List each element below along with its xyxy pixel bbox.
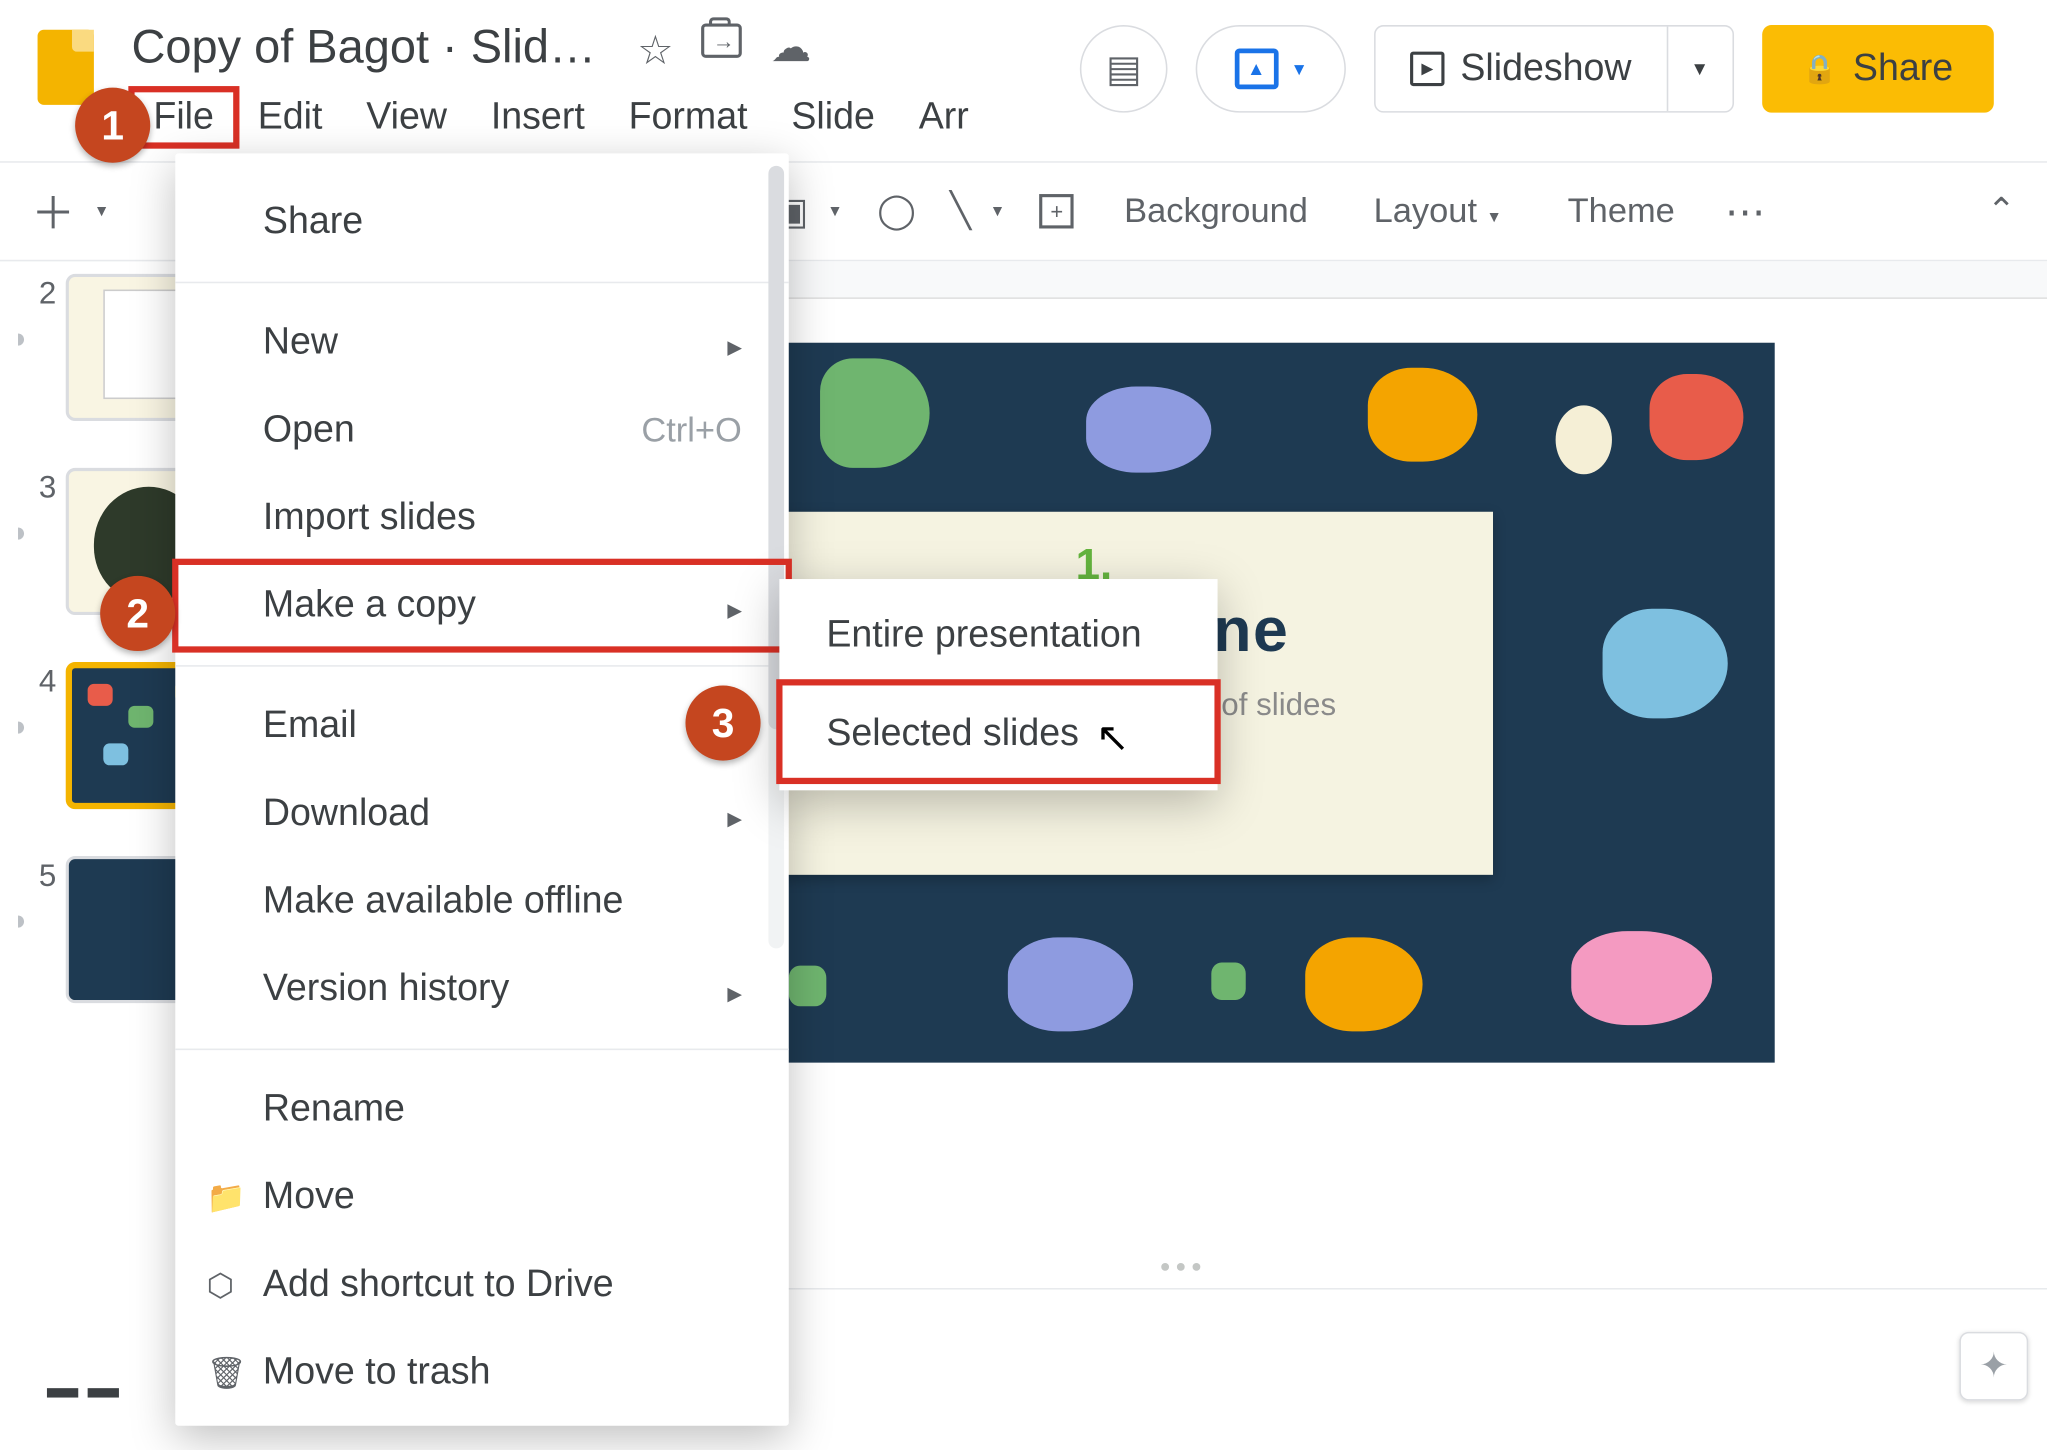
- textbox-icon: [1040, 194, 1074, 228]
- file-menu-share[interactable]: Share: [175, 178, 788, 266]
- document-title[interactable]: Copy of Bagot · Slid…: [106, 13, 1080, 84]
- file-menu-trash[interactable]: Move to trash: [175, 1329, 788, 1417]
- file-menu-open[interactable]: Open Ctrl+O: [175, 387, 788, 475]
- present-button[interactable]: [1196, 25, 1346, 113]
- menu-slide[interactable]: Slide: [769, 89, 896, 145]
- make-a-copy-submenu: Entire presentation Selected slides ↖: [779, 579, 1217, 790]
- annotation-callout-2: 2: [100, 576, 175, 651]
- insert-line-button[interactable]: [950, 191, 1005, 232]
- app-header: Copy of Bagot · Slid… File Edit View Ins…: [0, 0, 2047, 161]
- submenu-entire-label: Entire presentation: [826, 613, 1141, 655]
- submenu-selected-label: Selected slides: [826, 712, 1079, 754]
- submenu-selected-slides[interactable]: Selected slides ↖: [779, 682, 1217, 781]
- menu-edit[interactable]: Edit: [236, 89, 345, 145]
- new-slide-button[interactable]: [31, 180, 109, 243]
- file-menu-trash-label: Move to trash: [263, 1351, 491, 1395]
- transition-indicator-icon: [13, 905, 47, 939]
- play-icon: [1410, 52, 1444, 86]
- collapse-toolbar-button[interactable]: [1987, 191, 2016, 232]
- thumb-number: 2: [13, 274, 57, 313]
- thumb-number: 5: [13, 856, 57, 895]
- menu-bar: File Edit View Insert Format Slide Arr: [106, 83, 1080, 161]
- filmstrip-view-icon[interactable]: [47, 1388, 119, 1397]
- share-button[interactable]: Share: [1761, 25, 1993, 113]
- file-menu-offline[interactable]: Make available offline: [175, 858, 788, 946]
- file-menu-make-a-copy[interactable]: Make a copy: [175, 562, 788, 650]
- slideshow-label: Slideshow: [1460, 47, 1631, 91]
- comments-button[interactable]: ▤: [1080, 25, 1168, 113]
- file-menu-rename[interactable]: Rename: [175, 1066, 788, 1154]
- file-menu-make-copy-label: Make a copy: [263, 584, 476, 628]
- insert-shape-button[interactable]: [877, 191, 916, 232]
- menu-format[interactable]: Format: [607, 89, 770, 145]
- shortcut-label: Ctrl+O: [641, 410, 741, 451]
- submenu-arrow-icon: [727, 584, 741, 628]
- menu-view[interactable]: View: [344, 89, 469, 145]
- file-menu-rename-label: Rename: [263, 1088, 405, 1132]
- star-icon[interactable]: [637, 24, 673, 77]
- file-menu-move-label: Move: [263, 1175, 355, 1219]
- file-menu-version[interactable]: Version history: [175, 945, 788, 1033]
- file-menu-shortcut-label: Add shortcut to Drive: [263, 1263, 614, 1307]
- file-menu-open-label: Open: [263, 408, 355, 452]
- file-menu-email-label: Email: [263, 704, 357, 748]
- file-menu-download-label: Download: [263, 792, 430, 836]
- file-menu-offline-label: Make available offline: [263, 880, 624, 924]
- transition-indicator-icon: [13, 517, 47, 551]
- present-icon: [1234, 49, 1278, 90]
- transition-indicator-icon: [13, 711, 47, 745]
- menu-insert[interactable]: Insert: [469, 89, 607, 145]
- explore-button[interactable]: [1959, 1332, 2028, 1401]
- annotation-callout-3: 3: [685, 685, 760, 760]
- thumb-number: 3: [13, 468, 57, 507]
- submenu-arrow-icon: [727, 321, 741, 365]
- file-menu-dropdown: Share New Open Ctrl+O Import slides Make …: [175, 153, 788, 1425]
- present-dropdown-icon[interactable]: [1291, 55, 1308, 83]
- file-menu-import-label: Import slides: [263, 496, 476, 540]
- file-menu-new[interactable]: New: [175, 299, 788, 387]
- share-label: Share: [1853, 47, 1953, 91]
- thumb-number: 4: [13, 662, 57, 701]
- move-folder-icon[interactable]: [702, 24, 743, 58]
- file-menu-import[interactable]: Import slides: [175, 474, 788, 562]
- annotation-callout-1: 1: [75, 88, 150, 163]
- file-menu-move[interactable]: Move: [175, 1153, 788, 1241]
- cloud-status-icon[interactable]: [771, 24, 812, 77]
- comment-icon: ▤: [1106, 46, 1142, 91]
- insert-textbox-button[interactable]: [1040, 194, 1074, 228]
- file-menu-new-label: New: [263, 321, 338, 365]
- submenu-arrow-icon: [727, 792, 741, 836]
- menu-arrange[interactable]: Arr: [897, 89, 991, 145]
- slideshow-button[interactable]: Slideshow: [1376, 47, 1666, 91]
- file-menu-download[interactable]: Download: [175, 770, 788, 858]
- transition-indicator-icon: [13, 323, 47, 357]
- slideshow-dropdown[interactable]: [1666, 27, 1732, 112]
- submenu-entire-presentation[interactable]: Entire presentation: [779, 588, 1217, 682]
- more-tools-button[interactable]: [1725, 187, 1766, 236]
- submenu-arrow-icon: [727, 967, 741, 1011]
- background-button[interactable]: Background: [1108, 191, 1323, 232]
- file-menu-add-shortcut[interactable]: Add shortcut to Drive: [175, 1241, 788, 1329]
- theme-button[interactable]: Theme: [1552, 191, 1690, 232]
- layout-button[interactable]: Layout: [1358, 191, 1518, 232]
- file-menu-version-label: Version history: [263, 967, 509, 1011]
- document-title-text: Copy of Bagot · Slid…: [131, 22, 596, 74]
- file-menu-share-label: Share: [263, 200, 363, 244]
- cursor-icon: ↖: [1096, 714, 1130, 761]
